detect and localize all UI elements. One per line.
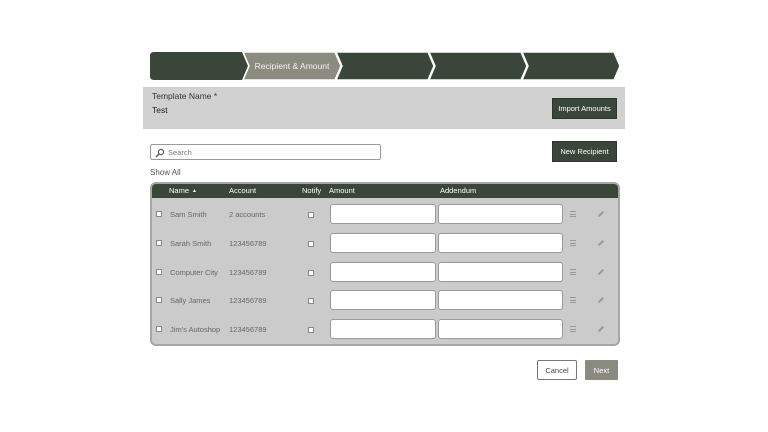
step-2-label: Recipient & Amount [254,61,330,71]
amount-input[interactable] [330,262,436,282]
header-notify[interactable]: Notify [302,186,321,195]
step-5-shape [522,52,620,80]
row-select-checkbox[interactable] [156,240,162,246]
recipient-name: Sally James [170,296,211,305]
template-name-label: Template Name * [152,91,218,101]
table-row: Computer City 123456789 [152,257,618,285]
table-row: Sarah Smith 123456789 [152,228,618,256]
new-recipient-button[interactable]: New Recipient [552,141,617,162]
step-4-shape [429,52,527,80]
addendum-input[interactable] [438,204,563,224]
recipient-name: Sarah Smith [170,239,212,248]
progress-stepper: Recipient & Amount [150,52,620,80]
table-row: Sally James 123456789 [152,285,618,313]
next-button[interactable]: Next [585,360,618,380]
addendum-input[interactable] [438,290,563,310]
addendum-input[interactable] [438,262,563,282]
row-select-checkbox[interactable] [156,326,162,332]
notify-checkbox[interactable] [308,298,314,304]
header-amount[interactable]: Amount [329,186,355,195]
recipient-name: Computer City [170,268,218,277]
amount-input[interactable] [330,290,436,310]
header-name[interactable]: Name ▲ [169,186,197,195]
step-5[interactable] [522,52,620,80]
recipient-account: 123456789 [229,296,267,305]
amount-input[interactable] [330,319,436,339]
row-select-checkbox[interactable] [156,297,162,303]
search-box [150,144,381,160]
amount-input[interactable] [330,204,436,224]
recipient-account: 123456789 [229,325,267,334]
step-3-shape [336,52,434,80]
row-select-checkbox[interactable] [156,211,162,217]
menu-icon[interactable] [570,211,576,217]
cancel-button[interactable]: Cancel [537,360,577,380]
row-select-checkbox[interactable] [156,269,162,275]
pencil-icon[interactable] [597,325,605,333]
amount-input[interactable] [330,233,436,253]
menu-icon[interactable] [570,269,576,275]
notify-checkbox[interactable] [308,327,314,333]
show-all-link[interactable]: Show All [150,168,181,177]
addendum-input[interactable] [438,233,563,253]
sort-ascending-icon: ▲ [192,188,197,194]
pencil-icon[interactable] [597,296,605,304]
step-4[interactable] [429,52,527,80]
recipient-name: Sam Smith [170,210,207,219]
search-icon [155,148,165,158]
pencil-icon[interactable] [597,210,605,218]
step-2[interactable]: Recipient & Amount [243,52,341,80]
step-3[interactable] [336,52,434,80]
table-header: Name ▲ Account Notify Amount Addendum [152,184,618,198]
pencil-icon[interactable] [597,239,605,247]
addendum-input[interactable] [438,319,563,339]
menu-icon[interactable] [570,240,576,246]
recipient-account: 123456789 [229,239,267,248]
search-input[interactable] [168,146,368,158]
recipients-table: Name ▲ Account Notify Amount Addendum Sam… [150,182,620,346]
table-row: Jim's Autoshop 123456789 [152,314,618,342]
header-account[interactable]: Account [229,186,256,195]
header-name-label: Name [169,186,190,195]
recipient-account: 123456789 [229,268,267,277]
menu-icon[interactable] [570,326,576,332]
step-1-shape [150,52,248,80]
step-1[interactable] [150,52,248,80]
table-row: Sam Smith 2 accounts [152,200,618,228]
notify-checkbox[interactable] [308,241,314,247]
pencil-icon[interactable] [597,268,605,276]
menu-icon[interactable] [570,297,576,303]
recipient-name: Jim's Autoshop [170,325,221,334]
import-amounts-button[interactable]: Import Amounts [552,98,617,119]
notify-checkbox[interactable] [308,212,314,218]
template-name-value[interactable]: Test [152,105,168,115]
recipient-account: 2 accounts [229,210,266,219]
notify-checkbox[interactable] [308,270,314,276]
header-addendum[interactable]: Addendum [440,186,476,195]
